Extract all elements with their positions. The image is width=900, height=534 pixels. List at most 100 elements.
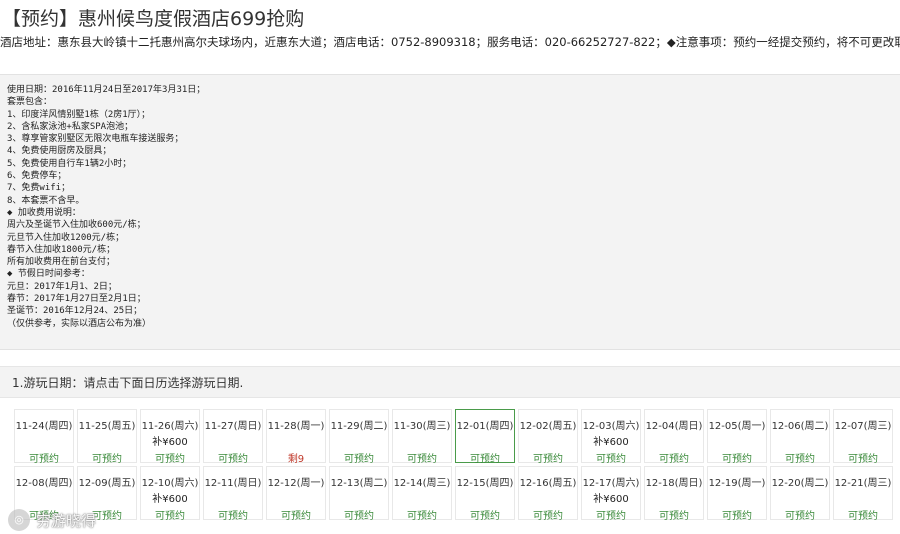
package-info-line: 周六及圣诞节入住加收600元/栋；	[7, 220, 146, 231]
calendar-row: 11-24(周四) 可预约 11-25(周五) 可预约 11-26(周六) 补¥600 可预…	[14, 409, 900, 465]
calendar-day-cell[interactable]: 12-19(周一) 可预约	[707, 466, 767, 522]
calendar-day-surcharge: 补¥600	[593, 437, 629, 448]
calendar-day-date: 11-29(周二)	[330, 421, 388, 432]
calendar-day-date: 12-07(周三)	[834, 421, 892, 432]
package-info-box: 使用日期：2016年11月24日至2017年3月31日； 套票包含： 1、印度洋风情…	[0, 74, 900, 350]
calendar-day-status: 可预约	[785, 511, 815, 522]
calendar-day-date: 12-12(周一)	[267, 478, 325, 489]
calendar-day-status: 可预约	[533, 511, 563, 522]
step-date-label: 1.游玩日期：请点击下面日历选择游玩日期.	[12, 376, 244, 390]
calendar-day-status: 可预约	[470, 511, 500, 522]
calendar-day-surcharge: 补¥600	[152, 437, 188, 448]
package-info-line: （仅供参考，实际以酒店公布为准）	[7, 318, 152, 329]
calendar-day-cell[interactable]: 11-24(周四) 可预约	[14, 409, 74, 465]
calendar-day-status: 可预约	[596, 454, 626, 465]
calendar-day-date: 12-21(周三)	[834, 478, 892, 489]
package-info-line: 元旦：2017年1月1、2日；	[7, 281, 117, 292]
calendar-day-cell[interactable]: 12-02(周五) 可预约	[518, 409, 578, 465]
calendar-day-cell[interactable]: 12-11(周日) 可预约	[203, 466, 263, 522]
calendar-day-status: 可预约	[470, 454, 500, 465]
calendar-day-status: 可预约	[407, 454, 437, 465]
calendar-day-status: 可预约	[344, 511, 374, 522]
calendar-day-cell[interactable]: 11-29(周二) 可预约	[329, 409, 389, 465]
calendar-day-date: 12-08(周四)	[15, 478, 73, 489]
calendar-day-date: 12-01(周四)	[456, 421, 514, 432]
calendar-day-date: 12-17(周六)	[582, 478, 640, 489]
calendar-day-date: 12-16(周五)	[519, 478, 577, 489]
calendar-day-status: 可预约	[848, 454, 878, 465]
calendar-day-cell[interactable]: 12-05(周一) 可预约	[707, 409, 767, 465]
package-info-line: 1、印度洋风情别墅1栋（2房1厅）；	[7, 109, 151, 120]
calendar-day-status: 可预约	[785, 454, 815, 465]
page-title: 【预约】惠州候鸟度假酒店699抢购	[2, 8, 305, 30]
step-date-bar: 1.游玩日期：请点击下面日历选择游玩日期.	[0, 366, 900, 398]
calendar-day-cell[interactable]: 11-28(周一) 剩9	[266, 409, 326, 465]
calendar-day-cell[interactable]: 12-20(周二) 可预约	[770, 466, 830, 522]
calendar-day-surcharge: 补¥600	[152, 494, 188, 505]
calendar-day-cell[interactable]: 12-07(周三) 可预约	[833, 409, 893, 465]
calendar-day-status: 可预约	[659, 511, 689, 522]
package-info-line: 7、免费wifi；	[7, 183, 71, 194]
calendar-day-date: 11-24(周四)	[15, 421, 73, 432]
package-info-line: 4、免费使用厨房及厨具；	[7, 146, 112, 157]
calendar-day-cell[interactable]: 12-01(周四) 可预约	[455, 409, 515, 465]
watermark: ◎ 穷游晓得	[8, 508, 130, 532]
calendar-day-cell[interactable]: 12-17(周六) 补¥600 可预约	[581, 466, 641, 522]
calendar-day-status: 可预约	[344, 454, 374, 465]
calendar-day-status: 可预约	[722, 454, 752, 465]
calendar-day-status: 可预约	[281, 511, 311, 522]
calendar-day-status: 可预约	[218, 511, 248, 522]
calendar-day-cell[interactable]: 11-30(周三) 可预约	[392, 409, 452, 465]
calendar-day-status: 可预约	[596, 511, 626, 522]
calendar-day-date: 12-13(周二)	[330, 478, 388, 489]
calendar-day-cell[interactable]: 12-06(周二) 可预约	[770, 409, 830, 465]
calendar-day-cell[interactable]: 12-18(周日) 可预约	[644, 466, 704, 522]
calendar-day-cell[interactable]: 11-25(周五) 可预约	[77, 409, 137, 465]
package-info-line: 所有加收费用在前台支付；	[7, 257, 116, 268]
calendar-day-cell[interactable]: 12-13(周二) 可预约	[329, 466, 389, 522]
calendar-day-cell[interactable]: 12-16(周五) 可预约	[518, 466, 578, 522]
calendar-day-date: 11-25(周五)	[78, 421, 136, 432]
calendar-day-cell[interactable]: 11-26(周六) 补¥600 可预约	[140, 409, 200, 465]
calendar-day-date: 12-06(周二)	[771, 421, 829, 432]
calendar-day-cell[interactable]: 12-03(周六) 补¥600 可预约	[581, 409, 641, 465]
package-info-line: ◆ 节假日时间参考：	[7, 269, 90, 280]
hotel-address-line: 酒店地址：惠东县大岭镇十二托惠州高尔夫球场内，近惠东大道；酒店电话：0752-8…	[0, 35, 900, 49]
calendar-day-status: 可预约	[155, 454, 185, 465]
calendar-day-status: 可预约	[92, 454, 122, 465]
calendar-day-date: 12-10(周六)	[141, 478, 199, 489]
calendar-day-cell[interactable]: 12-15(周四) 可预约	[455, 466, 515, 522]
package-info-line: 春节入住加收1800元/栋；	[7, 244, 116, 255]
package-info-line: 2、含私家泳池+私家SPA泡池；	[7, 121, 134, 132]
package-info-line: 3、尊享管家别墅区无限次电瓶车接送服务；	[7, 134, 184, 145]
calendar-day-date: 12-02(周五)	[519, 421, 577, 432]
calendar-day-date: 12-19(周一)	[708, 478, 766, 489]
calendar-day-status: 可预约	[533, 454, 563, 465]
calendar-day-date: 12-11(周日)	[204, 478, 262, 489]
calendar-day-date: 12-20(周二)	[771, 478, 829, 489]
package-info-line: 5、免费使用自行车1辆2小时；	[7, 158, 132, 169]
calendar-day-status: 可预约	[659, 454, 689, 465]
package-info-line: 套票包含：	[7, 97, 53, 108]
package-info-line: 8、本套票不含早。	[7, 195, 85, 206]
calendar-day-date: 12-14(周三)	[393, 478, 451, 489]
calendar-day-status: 可预约	[29, 454, 59, 465]
calendar-day-status: 可预约	[218, 454, 248, 465]
calendar-day-status: 可预约	[722, 511, 752, 522]
calendar-day-date: 11-26(周六)	[141, 421, 199, 432]
calendar-day-date: 12-03(周六)	[582, 421, 640, 432]
calendar-day-date: 11-27(周日)	[204, 421, 262, 432]
calendar-day-cell[interactable]: 12-10(周六) 补¥600 可预约	[140, 466, 200, 522]
calendar-day-cell[interactable]: 12-14(周三) 可预约	[392, 466, 452, 522]
calendar-day-cell[interactable]: 12-12(周一) 可预约	[266, 466, 326, 522]
calendar-day-date: 12-05(周一)	[708, 421, 766, 432]
calendar-day-date: 12-04(周日)	[645, 421, 703, 432]
calendar-day-date: 12-09(周五)	[78, 478, 136, 489]
calendar-day-cell[interactable]: 12-21(周三) 可预约	[833, 466, 893, 522]
package-info-line: ◆ 加收费用说明：	[7, 207, 81, 218]
watermark-text: 穷游晓得	[36, 511, 97, 530]
calendar-day-cell[interactable]: 11-27(周日) 可预约	[203, 409, 263, 465]
calendar-day-cell[interactable]: 12-04(周日) 可预约	[644, 409, 704, 465]
booking-calendar: 11-24(周四) 可预约 11-25(周五) 可预约 11-26(周六) 补¥600 可预…	[14, 409, 900, 523]
calendar-day-date: 12-15(周四)	[456, 478, 514, 489]
